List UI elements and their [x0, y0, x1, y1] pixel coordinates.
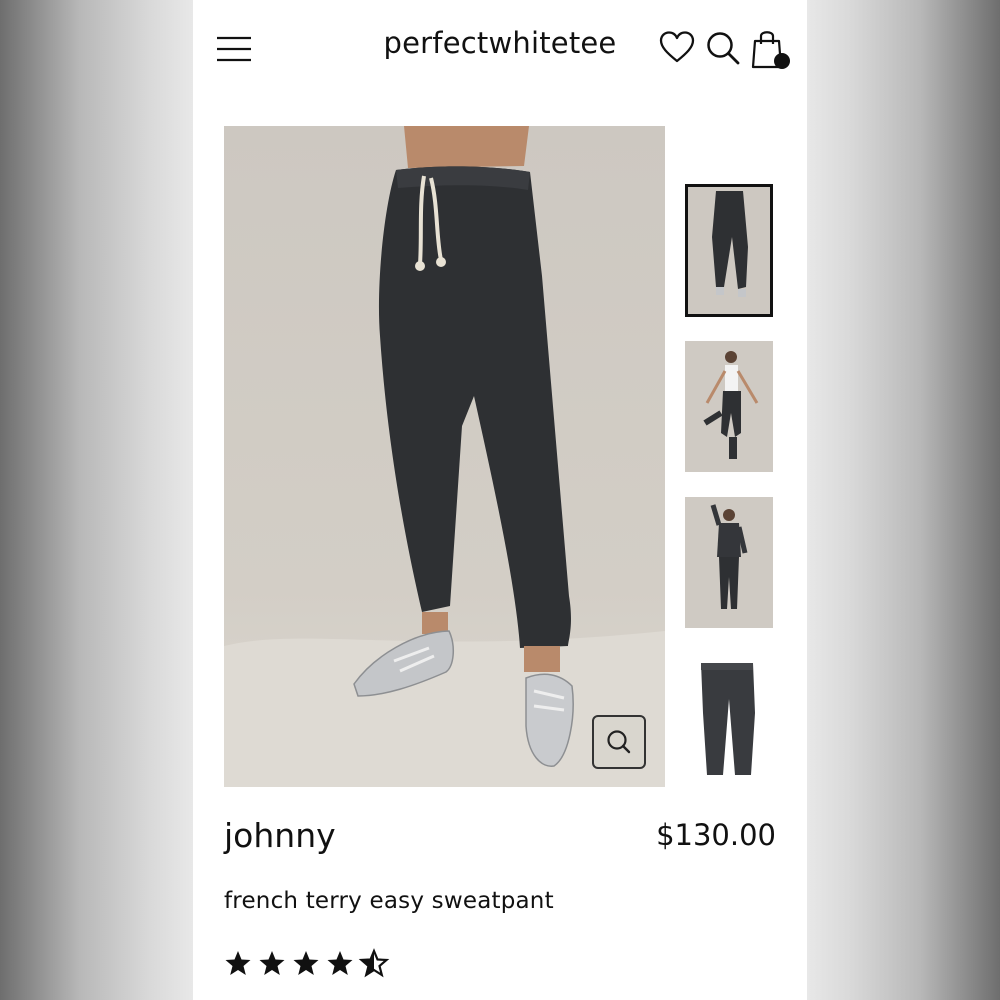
star-full-3 [293, 951, 319, 975]
product-photo [224, 126, 665, 787]
product-name: johnny [224, 816, 336, 855]
zoom-button[interactable] [592, 715, 646, 769]
star-half-5 [360, 949, 388, 977]
zoom-search-icon [607, 730, 631, 754]
product-page: perfectwhitetee johnny $130.00 french te… [193, 0, 807, 1000]
star-rating[interactable] [224, 947, 394, 981]
thumbnail-flat-lay[interactable] [685, 653, 773, 784]
cart-badge-dot [774, 53, 790, 69]
main-product-image[interactable] [224, 126, 665, 787]
thumbnail-pose-tank[interactable] [685, 341, 773, 472]
search-icon[interactable] [705, 30, 741, 66]
rating-stars [225, 949, 388, 977]
shopping-bag-icon[interactable] [750, 27, 792, 71]
heart-icon[interactable] [659, 30, 695, 66]
product-price: $130.00 [656, 818, 776, 852]
star-full-2 [259, 951, 285, 975]
product-description: french terry easy sweatpant [224, 888, 554, 914]
star-full-4 [327, 951, 353, 975]
thumbnail-long-sleeve[interactable] [685, 497, 773, 628]
thumbnail-front-view[interactable] [685, 184, 773, 317]
star-full-1 [225, 951, 251, 975]
